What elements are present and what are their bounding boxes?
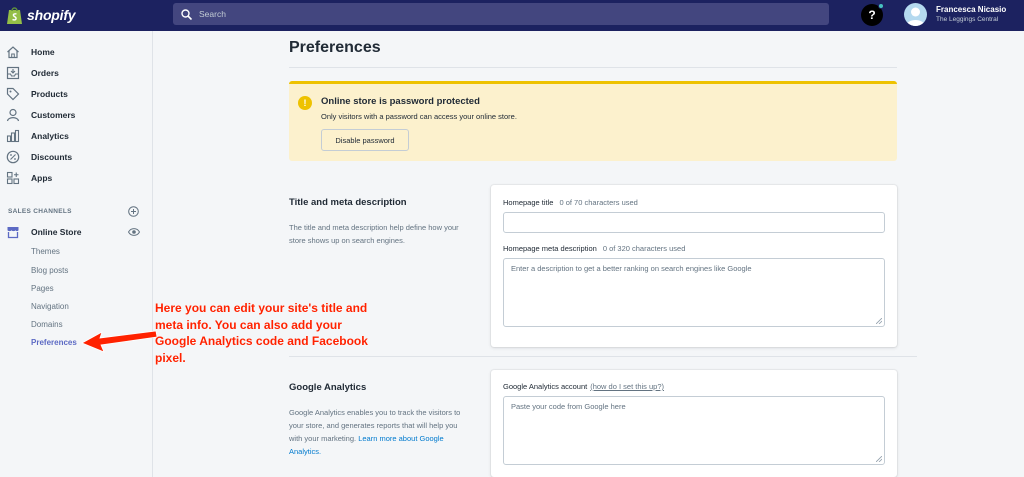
setup-help-link[interactable]: (how do I set this up?) bbox=[590, 382, 664, 391]
analytics-account-label: Google Analytics account (how do I set th… bbox=[503, 382, 664, 391]
logo-text: shopify bbox=[27, 7, 76, 23]
discount-icon bbox=[6, 150, 20, 164]
sidebar-subitem-blog-posts[interactable]: Blog posts bbox=[31, 266, 68, 275]
google-analytics-description: Google Analytics enables you to track th… bbox=[289, 406, 464, 458]
analytics-account-label-text: Google Analytics account bbox=[503, 382, 588, 391]
sidebar-subitem-preferences[interactable]: Preferences bbox=[31, 338, 77, 347]
meta-description-label: Homepage meta description 0 of 320 charac… bbox=[503, 244, 685, 253]
sidebar-subitem-navigation[interactable]: Navigation bbox=[31, 302, 69, 311]
analytics-code-textarea[interactable]: Paste your code from Google here bbox=[503, 396, 885, 465]
help-button[interactable]: ? bbox=[861, 3, 884, 26]
add-channel-icon[interactable] bbox=[128, 206, 139, 217]
sidebar-item-analytics[interactable]: Analytics bbox=[0, 127, 153, 145]
homepage-title-label-text: Homepage title bbox=[503, 198, 554, 207]
shopify-logo[interactable]: shopify bbox=[6, 4, 76, 26]
meta-description-hint: 0 of 320 characters used bbox=[602, 244, 686, 253]
bar-chart-icon bbox=[6, 129, 20, 143]
resize-handle-icon[interactable] bbox=[876, 318, 882, 324]
sidebar-item-label: Analytics bbox=[31, 131, 69, 141]
eye-icon[interactable] bbox=[128, 227, 140, 237]
user-avatar-icon bbox=[906, 7, 925, 26]
sidebar-item-apps[interactable]: Apps bbox=[0, 169, 153, 187]
user-name[interactable]: Francesca Nicasio bbox=[936, 5, 1006, 14]
sidebar-item-discounts[interactable]: Discounts bbox=[0, 148, 153, 166]
orders-icon bbox=[6, 66, 20, 80]
sidebar-subitem-pages[interactable]: Pages bbox=[31, 284, 54, 293]
sidebar-item-home[interactable]: Home bbox=[0, 43, 153, 61]
sidebar-item-label: Home bbox=[31, 47, 55, 57]
sales-channels-heading: SALES CHANNELS bbox=[8, 208, 72, 215]
sidebar-item-label: Online Store bbox=[31, 227, 82, 237]
warning-icon: ! bbox=[298, 96, 312, 110]
meta-description-label-text: Homepage meta description bbox=[503, 244, 597, 253]
title-meta-heading: Title and meta description bbox=[289, 197, 407, 208]
notification-dot bbox=[878, 3, 884, 9]
sidebar-subitem-domains[interactable]: Domains bbox=[31, 320, 63, 329]
apps-icon bbox=[6, 171, 20, 185]
sidebar-item-customers[interactable]: Customers bbox=[0, 106, 153, 124]
banner-title: Online store is password protected bbox=[321, 96, 480, 107]
analytics-code-placeholder: Paste your code from Google here bbox=[511, 402, 626, 411]
home-icon bbox=[7, 46, 19, 59]
search-icon bbox=[181, 8, 192, 20]
resize-handle-icon[interactable] bbox=[876, 456, 882, 462]
page-title: Preferences bbox=[289, 39, 381, 56]
google-analytics-card: Google Analytics account (how do I set th… bbox=[491, 370, 897, 477]
meta-description-placeholder: Enter a description to get a better rank… bbox=[511, 264, 752, 273]
sidebar-item-label: Orders bbox=[31, 68, 59, 78]
title-meta-card: Homepage title 0 of 70 characters used Ho… bbox=[491, 185, 897, 347]
sidebar-item-label: Customers bbox=[31, 110, 76, 120]
title-divider bbox=[289, 67, 897, 68]
disable-password-button[interactable]: Disable password bbox=[321, 129, 409, 151]
annotation-arrow-icon bbox=[81, 330, 158, 353]
question-icon: ? bbox=[868, 8, 876, 22]
top-bar: shopify Search ? Francesca Nicasio The L… bbox=[0, 0, 1024, 31]
google-analytics-heading: Google Analytics bbox=[289, 382, 367, 393]
sidebar-item-label: Apps bbox=[31, 173, 53, 183]
title-meta-description: The title and meta description help defi… bbox=[289, 223, 459, 245]
meta-description-textarea[interactable]: Enter a description to get a better rank… bbox=[503, 258, 885, 327]
sidebar-subitem-themes[interactable]: Themes bbox=[31, 247, 60, 256]
avatar[interactable] bbox=[904, 3, 927, 26]
shopify-bag-icon bbox=[7, 7, 22, 24]
homepage-title-label: Homepage title 0 of 70 characters used bbox=[503, 198, 638, 207]
tag-icon bbox=[6, 87, 20, 101]
search-bar[interactable]: Search bbox=[173, 3, 829, 25]
banner-text: Only visitors with a password can access… bbox=[321, 112, 517, 121]
sidebar-item-label: Products bbox=[31, 89, 68, 99]
store-icon bbox=[7, 227, 19, 239]
sidebar-item-label: Discounts bbox=[31, 152, 73, 162]
sidebar: Home Orders Products Customers Analytics bbox=[0, 31, 153, 477]
person-icon bbox=[6, 108, 20, 122]
sidebar-item-orders[interactable]: Orders bbox=[0, 64, 153, 82]
homepage-title-hint: 0 of 70 characters used bbox=[559, 198, 638, 207]
section-divider bbox=[289, 356, 917, 357]
sidebar-item-products[interactable]: Products bbox=[0, 85, 153, 103]
homepage-title-input[interactable] bbox=[503, 212, 885, 233]
password-banner: ! Online store is password protected Onl… bbox=[289, 81, 897, 161]
user-store[interactable]: The Leggings Central bbox=[936, 16, 998, 23]
search-input[interactable]: Search bbox=[199, 9, 226, 19]
